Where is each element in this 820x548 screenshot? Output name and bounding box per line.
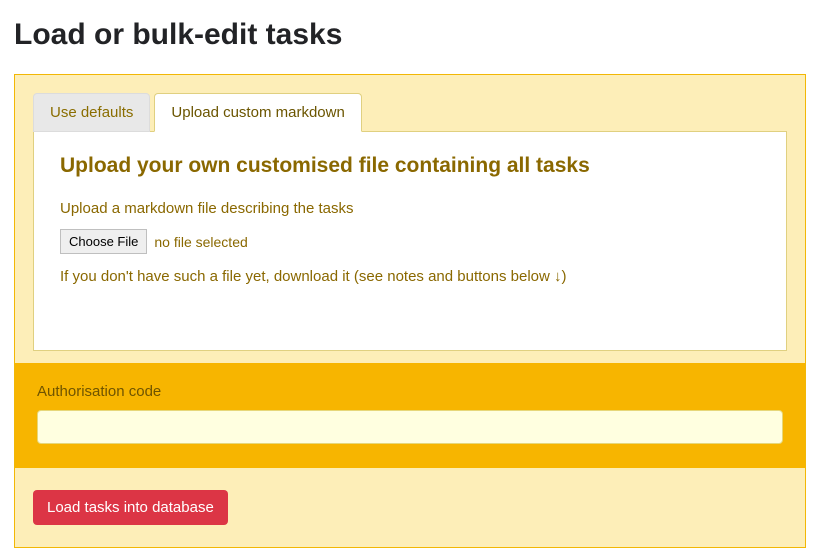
tab-upload-custom-markdown[interactable]: Upload custom markdown: [154, 93, 361, 132]
tab-use-defaults[interactable]: Use defaults: [33, 93, 150, 132]
upload-heading: Upload your own customised file containi…: [60, 154, 760, 178]
auth-section: Authorisation code: [15, 363, 805, 468]
load-tasks-button[interactable]: Load tasks into database: [33, 490, 228, 525]
auth-label: Authorisation code: [37, 383, 783, 400]
tasks-panel: Use defaults Upload custom markdown Uplo…: [14, 74, 806, 548]
download-note: If you don't have such a file yet, downl…: [60, 268, 760, 285]
file-input-row: Choose File no file selected: [60, 229, 760, 254]
submit-row: Load tasks into database: [33, 490, 787, 525]
tab-content-upload: Upload your own customised file containi…: [33, 131, 787, 351]
tabs-row: Use defaults Upload custom markdown: [33, 93, 787, 132]
upload-description: Upload a markdown file describing the ta…: [60, 200, 760, 217]
auth-code-input[interactable]: [37, 410, 783, 444]
file-status-text: no file selected: [154, 234, 247, 250]
choose-file-button[interactable]: Choose File: [60, 229, 147, 254]
page-title: Load or bulk-edit tasks: [14, 18, 806, 52]
